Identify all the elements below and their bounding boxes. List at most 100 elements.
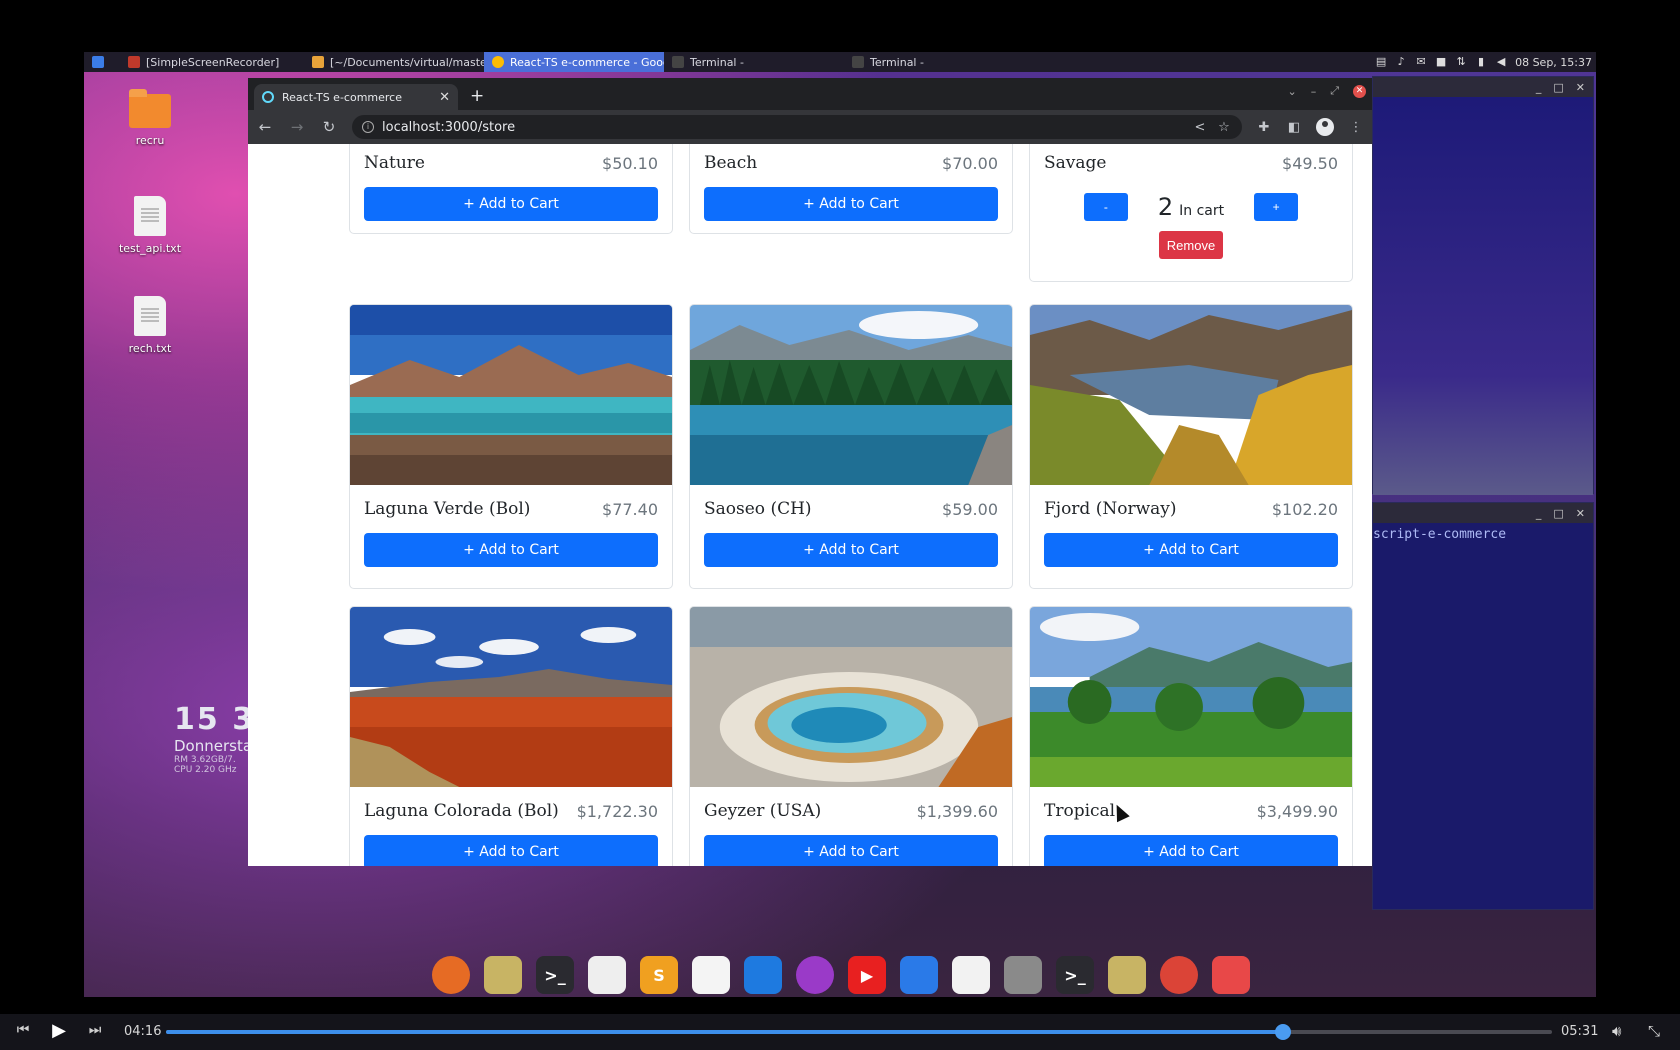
mail-icon[interactable]: ✉	[1415, 56, 1427, 68]
profile-avatar-icon[interactable]	[1316, 118, 1334, 136]
add-to-cart-button[interactable]: + Add to Cart	[1044, 533, 1338, 567]
browser-tab[interactable]: React-TS e-commerce ✕	[254, 84, 458, 110]
terminal-icon[interactable]: >_	[536, 956, 574, 994]
camera-icon[interactable]: ■	[1435, 56, 1447, 68]
play-icon[interactable]: ▶	[42, 1020, 76, 1041]
terminal-icon	[852, 56, 864, 68]
maximize-icon[interactable]: □	[1553, 507, 1563, 520]
text-editor-icon[interactable]	[588, 956, 626, 994]
terminal-2-body[interactable]: script-e-commerce	[1373, 523, 1593, 911]
terminal-icon	[672, 56, 684, 68]
terminal-window-1[interactable]: _ □ ✕	[1372, 76, 1594, 495]
menu-kebab-icon[interactable]: ⋮	[1348, 120, 1364, 135]
mixer-icon[interactable]	[900, 956, 938, 994]
youtube-icon[interactable]: ▶	[848, 956, 886, 994]
clipboard-icon[interactable]: ▤	[1375, 56, 1387, 68]
terminal-1-body[interactable]	[1373, 97, 1593, 495]
maximize-icon[interactable]: ⤢	[1330, 84, 1339, 98]
text-file-icon	[134, 196, 166, 236]
product-image	[1030, 305, 1352, 485]
video-player-stage: [SimpleScreenRecorder] [~/Documents/virt…	[0, 0, 1680, 1050]
network-icon[interactable]: ⇅	[1455, 56, 1467, 68]
url-text[interactable]: localhost:3000/store	[382, 120, 515, 135]
maximize-icon[interactable]: □	[1553, 81, 1563, 94]
terminal-icon[interactable]: >_	[1056, 956, 1094, 994]
back-icon[interactable]: ←	[256, 118, 274, 136]
task-terminal-1[interactable]: Terminal -	[664, 52, 844, 72]
product-price: $59.00	[942, 499, 998, 519]
skip-back-icon[interactable]: ⏮	[6, 1022, 40, 1038]
close-icon[interactable]: ✕	[1576, 507, 1585, 520]
task-chrome[interactable]: React-TS e-commerce - Goog...	[484, 52, 664, 72]
editor-icon	[312, 56, 324, 68]
new-tab-button[interactable]: +	[470, 86, 484, 106]
product-card-fjord: Fjord (Norway) $102.20 + Add to Cart	[1029, 304, 1353, 589]
volume-icon[interactable]: 🔊︎	[1612, 1022, 1621, 1040]
forward-icon[interactable]: →	[288, 118, 306, 136]
task-simplescreenrecorder[interactable]: [SimpleScreenRecorder]	[120, 52, 304, 72]
remove-button[interactable]: Remove	[1159, 231, 1223, 259]
decrease-quantity-button[interactable]: -	[1083, 193, 1128, 221]
bookmark-star-icon[interactable]: ☆	[1216, 120, 1232, 135]
minimize-icon[interactable]: –	[1311, 85, 1317, 98]
add-to-cart-button[interactable]: + Add to Cart	[704, 835, 998, 866]
add-to-cart-button[interactable]: + Add to Cart	[364, 835, 658, 866]
product-name: Savage	[1044, 153, 1107, 173]
close-window-icon[interactable]: ✕	[1353, 84, 1366, 98]
increase-quantity-button[interactable]: +	[1254, 193, 1299, 221]
store-page: Nature $50.10 + Add to Cart Beach $70.00 +…	[248, 144, 1372, 866]
product-image	[350, 607, 672, 787]
add-to-cart-button[interactable]: + Add to Cart	[364, 533, 658, 567]
skip-forward-icon[interactable]: ⏭	[78, 1022, 112, 1038]
panel-clock[interactable]: 08 Sep, 15:37	[1515, 56, 1592, 69]
close-icon[interactable]: ✕	[1576, 81, 1585, 94]
folder-icon	[129, 89, 171, 128]
desktop-icon-recru[interactable]: recru	[110, 89, 190, 147]
files-icon[interactable]	[1108, 956, 1146, 994]
volume-icon[interactable]: ◀	[1495, 56, 1507, 68]
recorder-icon	[128, 56, 140, 68]
firefox-icon[interactable]	[432, 956, 470, 994]
chrome-icon	[492, 56, 504, 68]
extensions-icon[interactable]: ✚	[1256, 120, 1272, 135]
site-info-icon[interactable]: i	[362, 121, 374, 133]
desktop-clock-widget: 15 3 Donnersta RM 3.62GB/7. CPU 2.20 GHz	[174, 702, 256, 775]
seek-bar[interactable]	[166, 1024, 1552, 1040]
trash-icon[interactable]	[1004, 956, 1042, 994]
task-terminal-2[interactable]: Terminal -	[844, 52, 1024, 72]
task-editor[interactable]: [~/Documents/virtual/master...	[304, 52, 484, 72]
terminal-window-2[interactable]: _ □ ✕ script-e-commerce	[1372, 502, 1594, 910]
menu-launcher[interactable]	[84, 52, 120, 72]
screen-icon[interactable]	[744, 956, 782, 994]
cart-quantity: 2 In cart	[1157, 193, 1225, 221]
product-price: $1,722.30	[576, 801, 658, 821]
quantity-controls: - 2 In cart +	[1030, 187, 1352, 227]
sublime-text-icon[interactable]: S	[640, 956, 678, 994]
address-bar[interactable]: i localhost:3000/store < ☆	[352, 115, 1242, 139]
add-to-cart-button[interactable]: + Add to Cart	[704, 533, 998, 567]
tab-search-icon[interactable]: ⌄	[1287, 85, 1296, 98]
battery-icon[interactable]: ▮	[1475, 56, 1487, 68]
seek-handle[interactable]	[1275, 1024, 1292, 1040]
minimize-icon[interactable]: _	[1536, 507, 1542, 520]
screen-recorder-icon[interactable]	[1212, 956, 1250, 994]
side-panel-icon[interactable]: ◧	[1286, 120, 1302, 135]
store-bag-icon[interactable]	[952, 956, 990, 994]
add-to-cart-button[interactable]: + Add to Cart	[704, 187, 998, 221]
tab-close-icon[interactable]: ✕	[439, 90, 450, 105]
product-price: $77.40	[602, 499, 658, 519]
desktop-icon-rech[interactable]: rech.txt	[110, 296, 190, 355]
bell-icon[interactable]: ♪	[1395, 56, 1407, 68]
podcast-icon[interactable]	[796, 956, 834, 994]
add-to-cart-button[interactable]: + Add to Cart	[364, 187, 658, 221]
chrome-icon[interactable]	[1160, 956, 1198, 994]
product-name: Tropical	[1044, 801, 1116, 821]
desktop-icon-test-api[interactable]: test_api.txt	[110, 196, 190, 255]
share-icon[interactable]: <	[1192, 120, 1208, 135]
add-to-cart-button[interactable]: + Add to Cart	[1044, 835, 1338, 866]
exit-fullscreen-icon[interactable]: ⤡	[1648, 1022, 1660, 1040]
files-icon[interactable]	[484, 956, 522, 994]
reload-icon[interactable]: ↻	[320, 118, 338, 136]
minimize-icon[interactable]: _	[1536, 81, 1542, 94]
document-icon[interactable]	[692, 956, 730, 994]
